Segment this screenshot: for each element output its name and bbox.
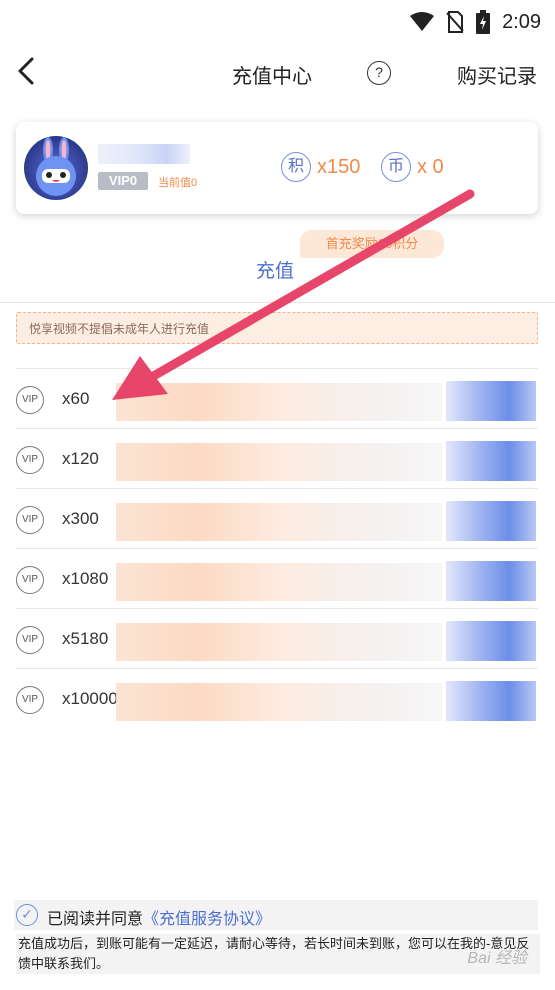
divider xyxy=(0,302,555,303)
vip-icon: VIP xyxy=(16,566,44,594)
package-price-button-redacted[interactable] xyxy=(446,381,536,421)
first-recharge-bonus-badge: 首充奖励60积分 xyxy=(300,230,444,258)
package-price-button-redacted[interactable] xyxy=(446,561,536,601)
help-button[interactable]: ? xyxy=(367,61,391,85)
package-price-button-redacted[interactable] xyxy=(446,501,536,541)
agreement-bar: ✓ 已阅读并同意《充值服务协议》 xyxy=(14,900,538,930)
page-title: 充值中心 xyxy=(232,66,312,88)
package-amount: x10000 xyxy=(62,689,118,708)
coin-value: x 0 xyxy=(417,155,444,178)
coin-icon: 币 xyxy=(381,152,411,182)
agreement-prefix: 已阅读并同意 xyxy=(47,911,144,928)
package-amount: x60 xyxy=(62,389,90,408)
status-bar: 2:09 xyxy=(0,0,555,46)
notice-text: 悦享视频不提倡未成年人进行充值 xyxy=(29,322,210,336)
package-detail-redacted xyxy=(116,563,442,601)
minor-notice-banner: 悦享视频不提倡未成年人进行充值 xyxy=(16,312,538,344)
package-row[interactable]: VIP x1080 xyxy=(16,548,538,608)
package-amount: x1080 xyxy=(62,569,109,588)
package-detail-redacted xyxy=(116,503,442,541)
package-detail-redacted xyxy=(116,683,442,721)
service-agreement-link[interactable]: 《充值服务协议》 xyxy=(143,911,271,928)
points-value: x150 xyxy=(317,155,361,178)
user-name-redacted xyxy=(98,144,190,164)
vip-icon: VIP xyxy=(16,506,44,534)
rabbit-mascot-icon xyxy=(36,137,76,196)
package-detail-redacted xyxy=(116,443,442,481)
points-balance: 积 x150 xyxy=(281,152,360,182)
package-price-button-redacted[interactable] xyxy=(446,681,536,721)
package-price-button-redacted[interactable] xyxy=(446,621,536,661)
coin-balance: 币 x 0 xyxy=(381,152,444,182)
package-amount: x120 xyxy=(62,449,99,468)
avatar xyxy=(24,136,88,200)
package-row[interactable]: VIP x60 xyxy=(16,368,538,428)
package-row[interactable]: VIP x300 xyxy=(16,488,538,548)
vip-icon: VIP xyxy=(16,686,44,714)
agreement-text: 已阅读并同意《充值服务协议》 xyxy=(47,905,271,929)
status-icons: 2:09 xyxy=(410,10,541,34)
tab-recharge[interactable]: 充值 xyxy=(256,256,294,283)
package-amount: x300 xyxy=(62,509,99,528)
vip-icon: VIP xyxy=(16,386,44,414)
user-card: VIP0 当前值0 积 x150 币 x 0 xyxy=(16,122,538,214)
chevron-left-icon xyxy=(18,57,34,85)
wifi-icon xyxy=(410,12,435,31)
recharge-footnote: 充值成功后，到账可能有一定延迟，请耐心等待，若长时间未到账，您可以在我的-意见反… xyxy=(16,934,540,974)
package-row[interactable]: VIP x5180 xyxy=(16,608,538,668)
battery-charging-icon xyxy=(476,10,491,34)
agreement-checkbox[interactable]: ✓ xyxy=(16,904,38,926)
package-amount: x5180 xyxy=(62,629,109,648)
package-detail-redacted xyxy=(116,623,442,661)
vip-level-badge: VIP0 xyxy=(98,172,148,190)
package-row[interactable]: VIP x120 xyxy=(16,428,538,488)
vip-icon: VIP xyxy=(16,446,44,474)
baidu-watermark: Bai 经验 xyxy=(467,950,527,967)
back-button[interactable] xyxy=(14,56,42,86)
points-icon: 积 xyxy=(281,152,311,182)
nav-bar: 充值中心 ? 购买记录 xyxy=(0,46,555,102)
package-row[interactable]: VIP x10000 xyxy=(16,668,538,728)
no-sim-icon xyxy=(446,11,464,33)
package-list: VIP x60 VIP x120 VIP x300 VIP x1080 VIP … xyxy=(16,368,538,728)
package-detail-redacted xyxy=(116,383,442,421)
vip-icon: VIP xyxy=(16,626,44,654)
current-value-label: 当前值0 xyxy=(158,177,198,189)
package-price-button-redacted[interactable] xyxy=(446,441,536,481)
purchase-history-button[interactable]: 购买记录 xyxy=(457,60,537,89)
status-time: 2:09 xyxy=(502,10,541,33)
